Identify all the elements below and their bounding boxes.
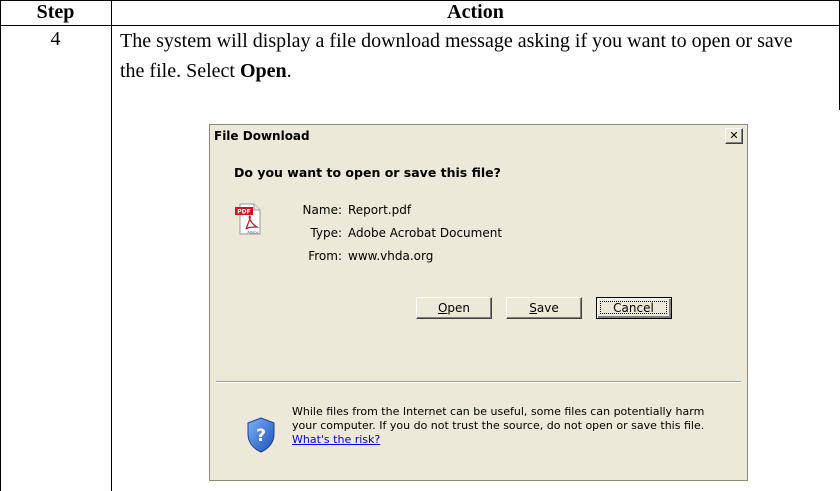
dialog-separator	[216, 381, 741, 383]
type-label: Type:	[310, 226, 342, 240]
dialog-question: Do you want to open or save this file?	[234, 165, 501, 180]
svg-text:?: ?	[256, 426, 266, 446]
header-action: Action	[447, 1, 504, 23]
name-label: Name:	[302, 203, 342, 217]
svg-text:Adobe: Adobe	[247, 231, 259, 235]
close-icon[interactable]: ✕	[725, 128, 743, 144]
cancel-label: Cancel	[600, 301, 667, 315]
svg-text:PDF: PDF	[237, 209, 250, 216]
save-accel: S	[529, 301, 537, 315]
dialog-titlebar: File Download ✕	[210, 125, 747, 147]
open-accel: O	[437, 301, 448, 315]
header-step: Step	[36, 1, 75, 23]
column-divider	[111, 0, 112, 491]
save-label-rest: ave	[536, 301, 559, 315]
pdf-file-icon: PDF Adobe	[235, 203, 261, 235]
shield-question-icon: ?	[247, 417, 275, 453]
from-value: www.vhda.org	[348, 249, 434, 263]
action-text-after: .	[286, 60, 292, 82]
open-button[interactable]: Open	[416, 297, 492, 319]
action-text-bold: Open	[239, 60, 287, 82]
step-number: 4	[50, 28, 61, 50]
warning-message: While files from the Internet can be use…	[292, 405, 732, 447]
action-instruction: The system will display a file download …	[120, 26, 820, 86]
action-text-before: The system will display a file download …	[120, 30, 793, 82]
open-label-rest: pen	[447, 301, 471, 315]
save-button[interactable]: Save	[506, 297, 582, 319]
whats-the-risk-link[interactable]: What's the risk?	[292, 433, 380, 446]
cancel-button[interactable]: Cancel	[596, 297, 672, 319]
file-download-dialog: File Download ✕ Do you want to open or s…	[209, 124, 748, 481]
dialog-title: File Download	[214, 129, 310, 143]
from-label: From:	[308, 249, 342, 263]
warning-text: While files from the Internet can be use…	[292, 405, 705, 432]
type-value: Adobe Acrobat Document	[348, 226, 503, 240]
name-value: Report.pdf	[348, 203, 412, 217]
table-left-border	[0, 0, 1, 491]
